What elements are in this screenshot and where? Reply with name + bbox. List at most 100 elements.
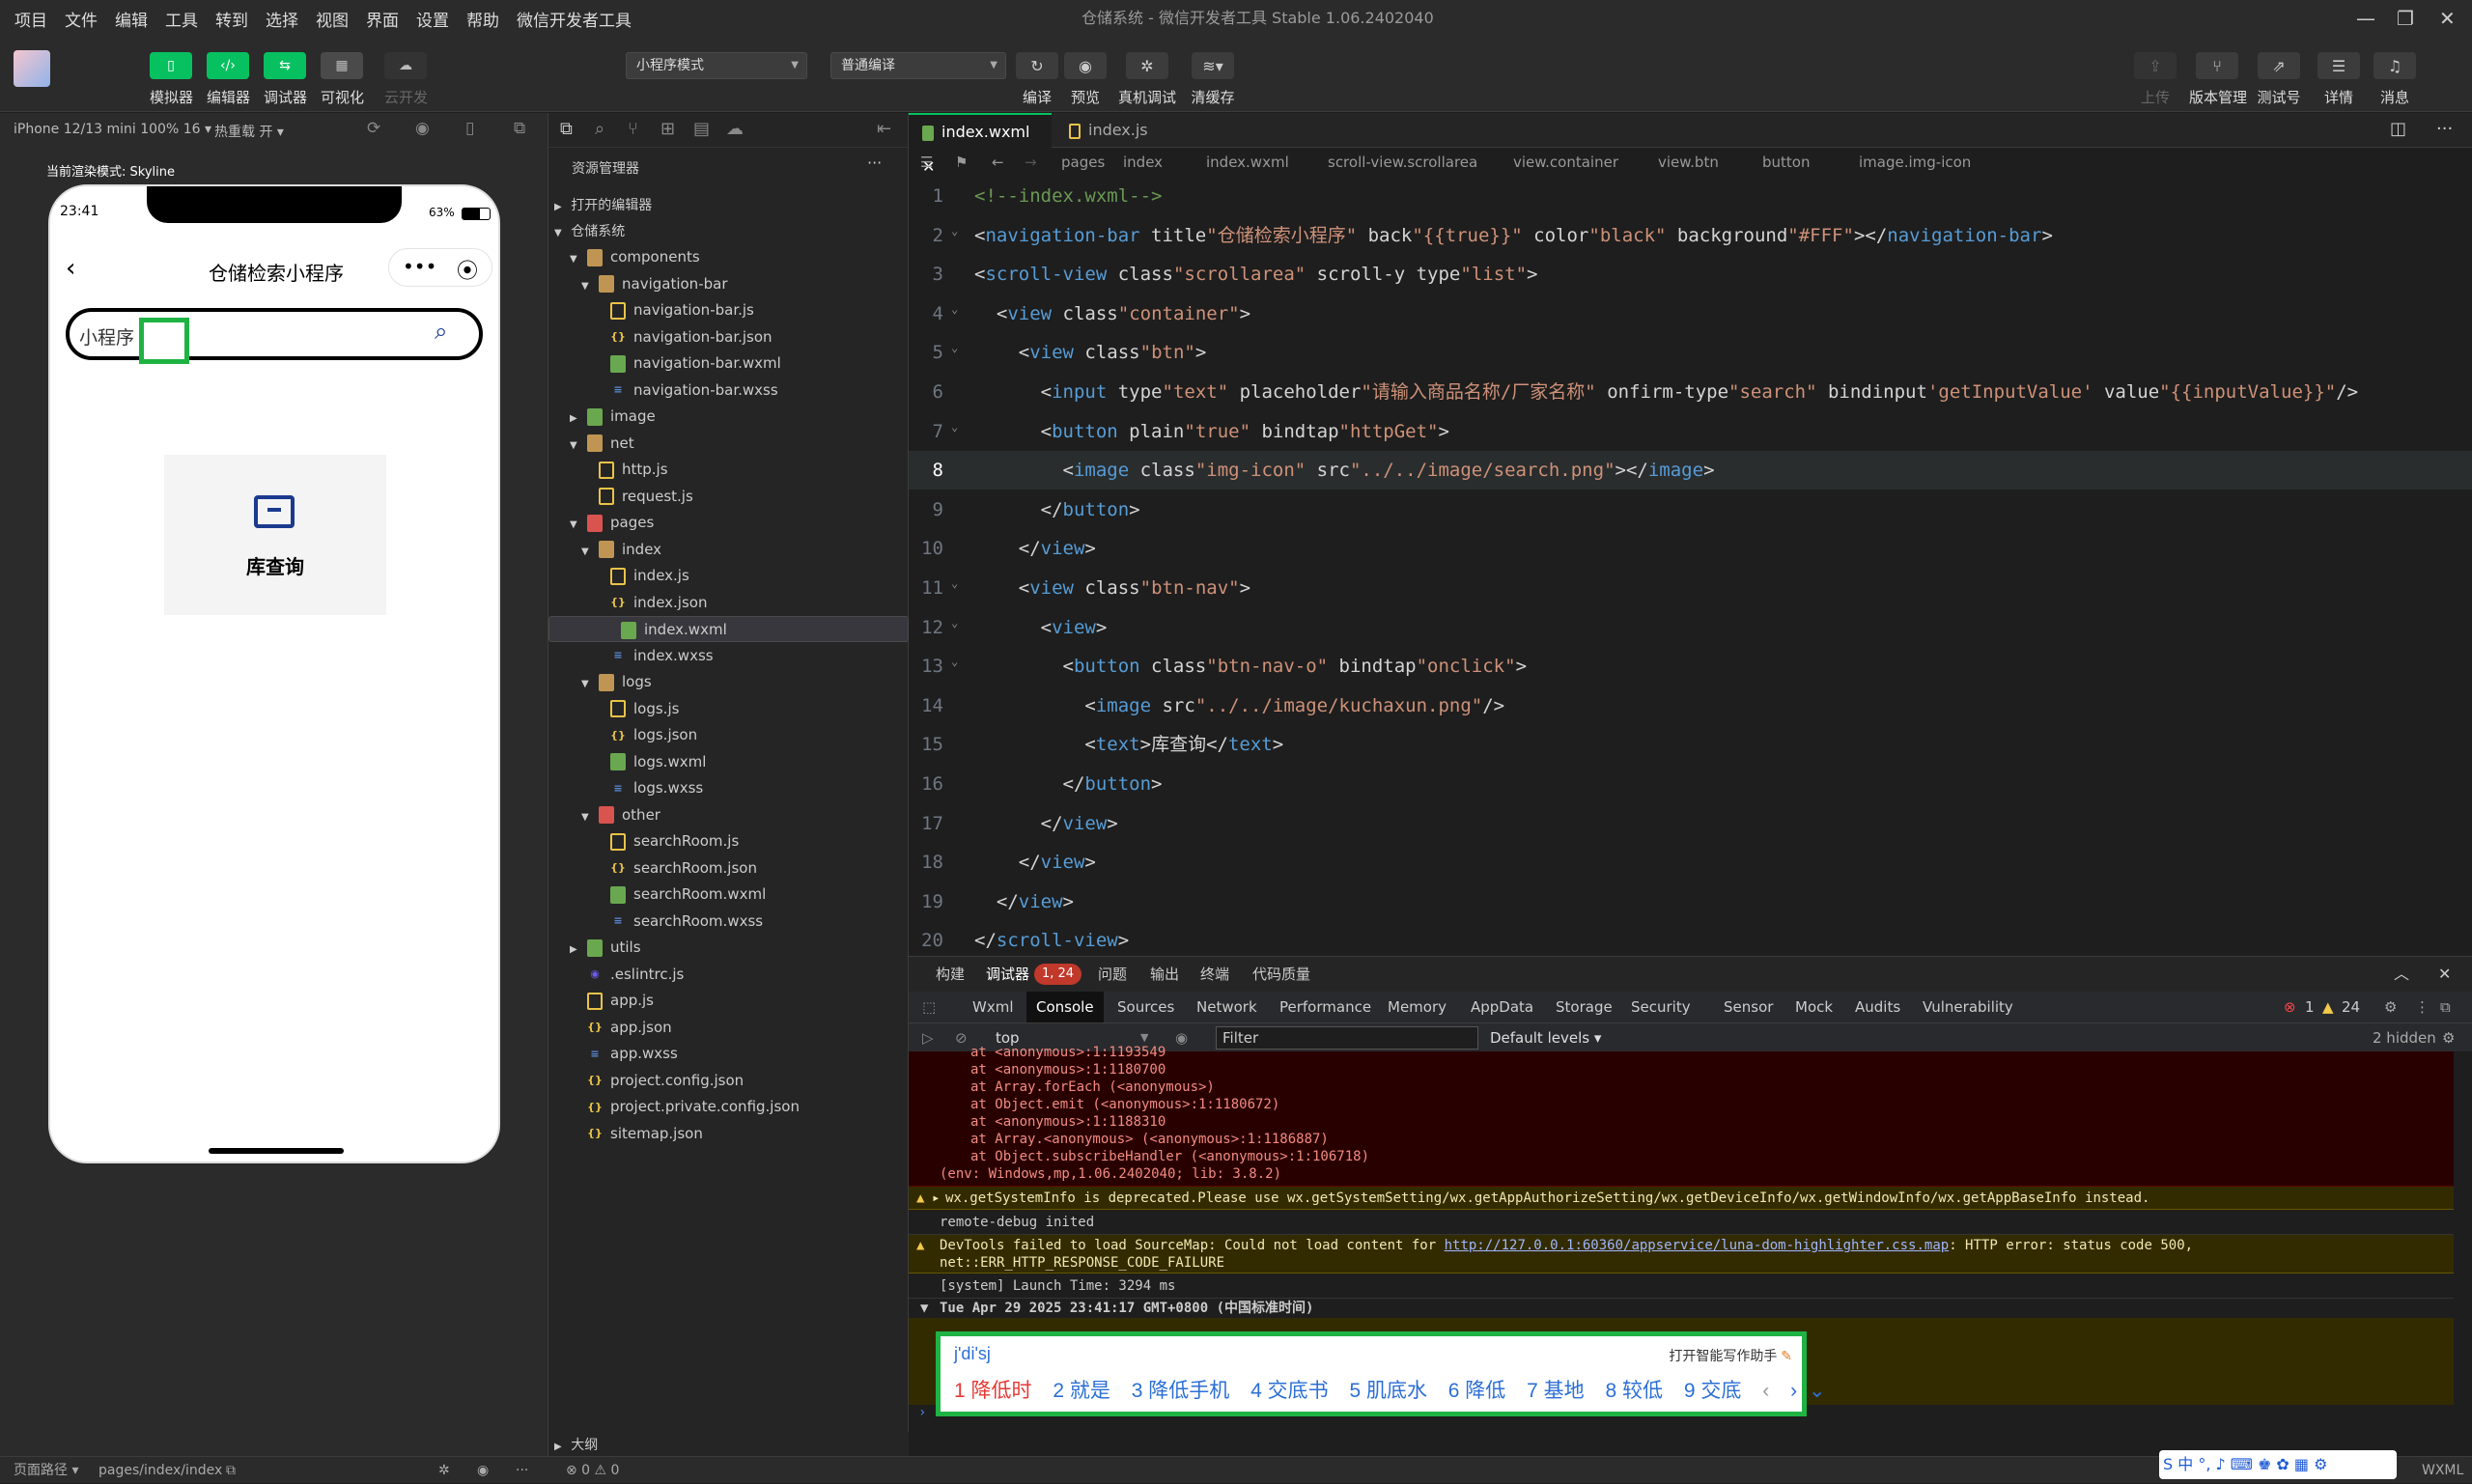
code-line[interactable]: 17 </view> — [909, 804, 2472, 843]
chevron-right-icon[interactable]: › — [1790, 1380, 1797, 1402]
log-levels-select[interactable]: Default levels ▾ — [1490, 1023, 1601, 1052]
error-count[interactable]: 1 — [2305, 992, 2315, 1022]
menu-item-goto[interactable]: 转到 — [207, 7, 257, 31]
tab-terminal[interactable]: 终端 — [1200, 957, 1229, 992]
tab-network[interactable]: Network — [1196, 992, 1257, 1022]
open-editors-section[interactable]: ▶ 打开的编辑器 — [548, 192, 909, 218]
more-icon[interactable]: ⋮ — [2415, 992, 2430, 1022]
code-icon[interactable]: ‹/› — [207, 52, 249, 79]
project-section[interactable]: ▼ 仓储系统 — [548, 218, 909, 244]
tree-item[interactable]: ▶ image — [548, 404, 909, 430]
ime-candidate[interactable]: 2 就是 — [1053, 1380, 1110, 1402]
tree-item[interactable]: ≡ logs.wxss — [548, 775, 909, 801]
tab-vulnerability[interactable]: Vulnerability — [1923, 992, 2013, 1022]
panel-icon[interactable]: ▤ — [693, 119, 710, 139]
tree-item[interactable]: {} logs.json — [548, 722, 909, 748]
fold-chevron-icon[interactable]: ⌄ — [951, 341, 958, 354]
log-group-header[interactable]: ▼ Tue Apr 29 2025 23:41:17 GMT+0800 (中国标… — [909, 1299, 2454, 1318]
copy-icon[interactable]: ⧉ — [226, 1457, 236, 1484]
eye-icon[interactable]: ◉ — [1064, 52, 1107, 79]
menu-item-select[interactable]: 选择 — [257, 7, 307, 31]
tree-item[interactable]: {} project.private.config.json — [548, 1094, 909, 1120]
tab-performance[interactable]: Performance — [1279, 992, 1371, 1022]
tree-item[interactable]: request.js — [548, 484, 909, 510]
tree-item[interactable]: ▼ pages — [548, 510, 909, 536]
tree-item[interactable]: {} sitemap.json — [548, 1121, 909, 1147]
tree-item[interactable]: http.js — [548, 457, 909, 483]
crumb-file[interactable]: index.wxml — [1206, 148, 1289, 177]
console-filter-input[interactable]: Filter — [1216, 1026, 1478, 1050]
code-line[interactable]: 3 <scroll-view class"scrollarea" scroll-y… — [909, 255, 2472, 294]
crumb-scroll-view[interactable]: scroll-view.scrollarea — [1328, 148, 1477, 177]
close-icon[interactable]: ✕ — [2438, 957, 2451, 992]
code-line[interactable]: 11 <view class"btn-nav"> — [909, 569, 2472, 607]
tab-problems[interactable]: 问题 — [1098, 957, 1127, 992]
bug-icon[interactable]: ✲ — [1126, 52, 1168, 79]
split-editor-icon[interactable]: ◫ — [2390, 119, 2406, 139]
close-window-icon[interactable]: ✕ — [2439, 0, 2456, 37]
compile-select[interactable]: 普通编译 ▼ — [830, 52, 1006, 79]
extensions-icon[interactable]: ⊞ — [660, 119, 675, 139]
upload-icon[interactable]: ⇪ — [2134, 52, 2177, 79]
cloud-icon[interactable]: ☁ — [726, 119, 744, 139]
tab-mock[interactable]: Mock — [1795, 992, 1833, 1022]
clear-console-icon[interactable]: ⊘ — [955, 1023, 968, 1052]
menu-item-edit[interactable]: 编辑 — [106, 7, 156, 31]
language-mode[interactable]: WXML — [2422, 1457, 2463, 1484]
chevron-left-icon[interactable]: ‹ — [1762, 1380, 1769, 1402]
tab-index-js[interactable]: index.js — [1055, 113, 1171, 148]
code-line[interactable]: 7 <button plain"true" bindtap"httpGet"> — [909, 412, 2472, 451]
tab-debugger[interactable]: 调试器 — [986, 957, 1029, 992]
code-line[interactable]: 6 <input type"text" placeholder"请输入商品名称/… — [909, 373, 2472, 411]
bug-icon[interactable]: ✲ — [438, 1457, 450, 1484]
sidebar-toggle-icon[interactable]: ▷ — [922, 1023, 934, 1052]
branch-icon[interactable]: ⑂ — [2196, 52, 2238, 79]
tree-item[interactable]: ▼ index — [548, 537, 909, 563]
hot-reload-toggle[interactable]: 热重载 开 ▾ — [214, 122, 284, 141]
capsule-menu[interactable]: ••• ⦿ — [388, 248, 492, 287]
collapse-sidebar-icon[interactable]: ⇤ — [877, 119, 891, 139]
menu-icon[interactable]: ☰ — [2318, 52, 2360, 79]
problems-count[interactable]: ⊗ 0 ⚠ 0 — [566, 1457, 619, 1484]
code-line[interactable]: 2 <navigation-bar title"仓储检索小程序" back"{{t… — [909, 216, 2472, 255]
tree-item[interactable]: ▼ navigation-bar — [548, 271, 909, 297]
menu-item-help[interactable]: 帮助 — [458, 7, 508, 31]
tree-item[interactable]: ◉ .eslintrc.js — [548, 962, 909, 988]
search-icon[interactable]: ⌕ — [595, 119, 604, 139]
code-line[interactable]: 9 </button> — [909, 490, 2472, 529]
menu-item-settings[interactable]: 设置 — [407, 7, 458, 31]
gear-icon[interactable]: ⚙ — [2442, 1023, 2455, 1052]
warning-count[interactable]: 24 — [2342, 992, 2360, 1022]
tree-item[interactable]: searchRoom.js — [548, 828, 909, 854]
tree-item[interactable]: logs.js — [548, 696, 909, 722]
fold-chevron-icon[interactable]: ⌄ — [951, 655, 958, 668]
tab-code-quality[interactable]: 代码质量 — [1252, 957, 1310, 992]
tree-item[interactable]: ▼ components — [548, 244, 909, 270]
code-line[interactable]: 19 </view> — [909, 882, 2472, 921]
tree-item[interactable]: {} index.json — [548, 590, 909, 616]
code-line[interactable]: 20 </scroll-view> — [909, 921, 2472, 960]
sourcemap-link[interactable]: http://127.0.0.1:60360/appservice/luna-d… — [1445, 1238, 1950, 1253]
tree-item[interactable]: ≡ navigation-bar.wxss — [548, 378, 909, 404]
tab-sensor[interactable]: Sensor — [1724, 992, 1773, 1022]
code-area[interactable]: 1 <!--index.wxml--> 2 <navigation-bar title… — [909, 177, 2472, 956]
console-prompt-icon[interactable]: › — [918, 1405, 926, 1420]
code-line[interactable]: 5 <view class"btn"> — [909, 333, 2472, 372]
more-icon[interactable]: ··· — [2436, 119, 2453, 139]
tree-item[interactable]: index.js — [548, 563, 909, 589]
record-icon[interactable]: ◉ — [415, 119, 430, 138]
popout-icon[interactable]: ⧉ — [514, 119, 525, 138]
tree-item[interactable]: ≡ index.wxss — [548, 643, 909, 669]
more-icon[interactable]: ••• — [403, 255, 436, 278]
debug-icon[interactable]: ⇆ — [264, 52, 306, 79]
ime-candidate[interactable]: 1 降低时 — [954, 1380, 1032, 1402]
search-icon[interactable]: ⌕ — [435, 318, 447, 345]
crumb-index[interactable]: index — [1123, 148, 1163, 177]
close-capsule-icon[interactable]: ⦿ — [457, 254, 478, 285]
nav-card[interactable]: 库查询 — [164, 455, 386, 615]
maximize-icon[interactable]: ❐ — [2397, 0, 2414, 37]
menu-item-tools[interactable]: 工具 — [156, 7, 207, 31]
tab-storage[interactable]: Storage — [1556, 992, 1613, 1022]
fold-chevron-icon[interactable]: ⌄ — [951, 576, 958, 590]
code-line[interactable]: 15 <text>库查询</text> — [909, 725, 2472, 764]
